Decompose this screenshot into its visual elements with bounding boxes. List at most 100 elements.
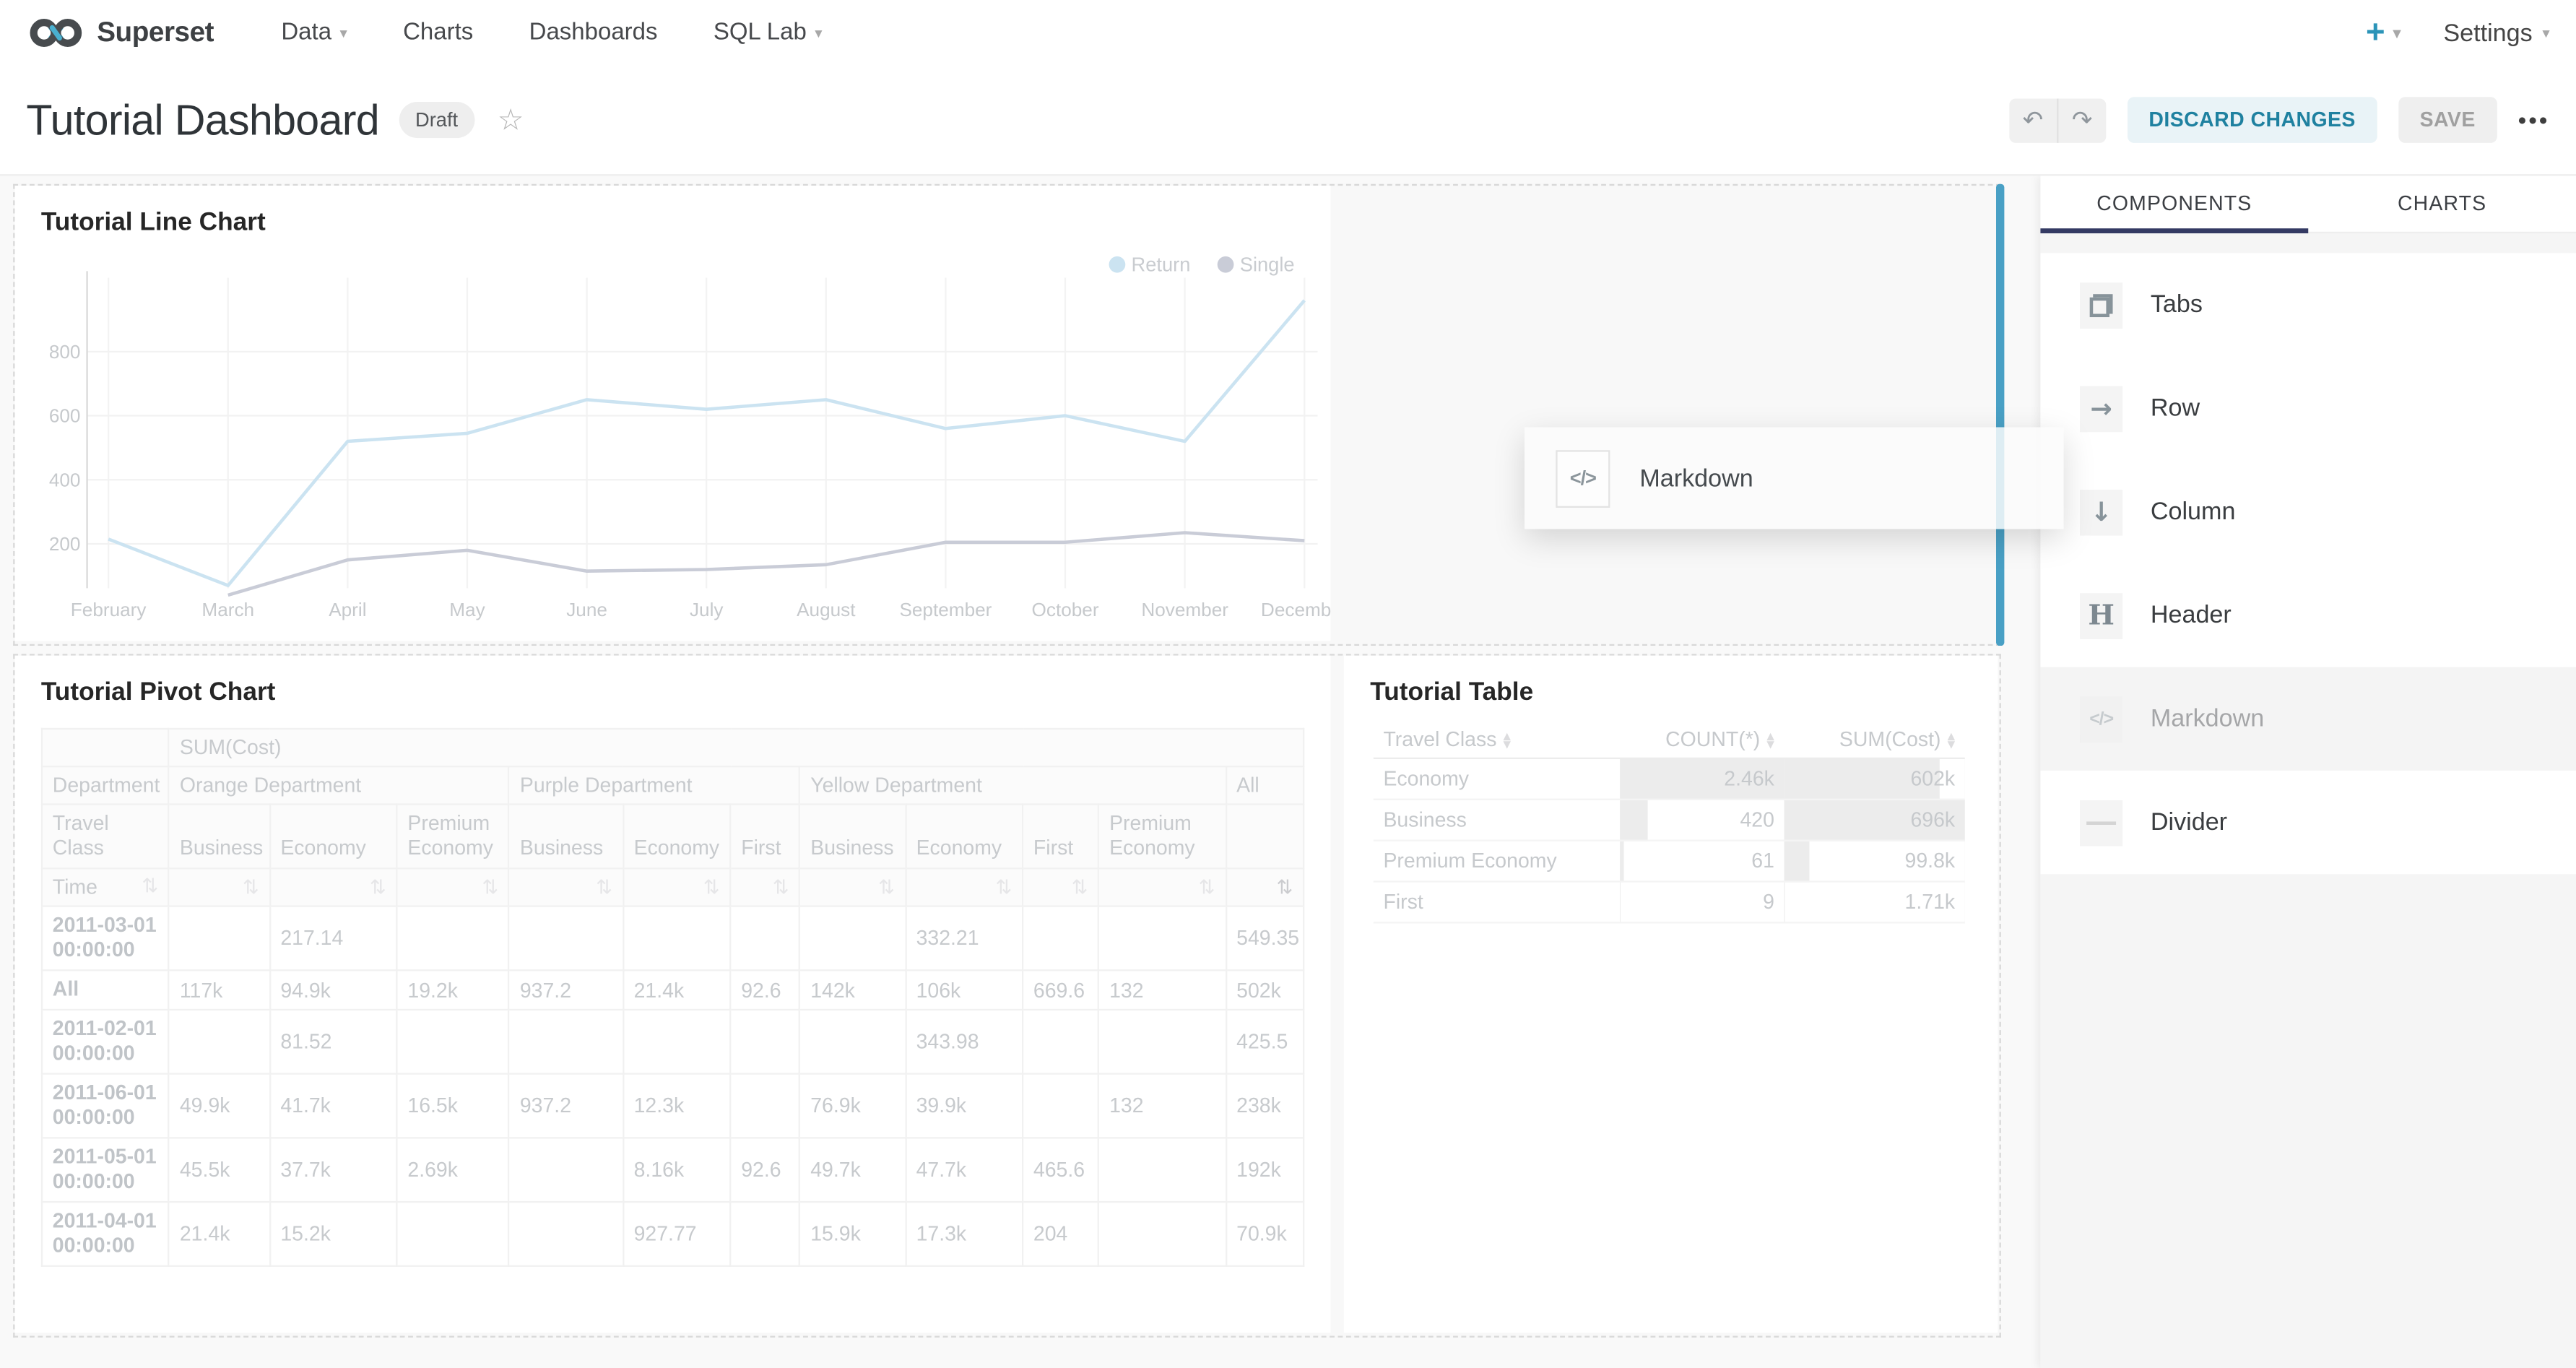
pivot-value-cell: 81.52 bbox=[270, 1010, 397, 1074]
sort-icon[interactable]: ⇅ bbox=[482, 878, 498, 897]
sidebar-item-column[interactable]: ↓Column bbox=[2040, 460, 2576, 563]
sort-caret-icon[interactable]: ▲▼ bbox=[1504, 732, 1512, 749]
pivot-value-cell: 8.16k bbox=[623, 1138, 731, 1202]
settings-menu[interactable]: Settings ▾ bbox=[2443, 19, 2549, 47]
pivot-row-header: 2011-06-01 00:00:00 bbox=[42, 1074, 169, 1138]
pivot-value-cell bbox=[509, 1010, 623, 1074]
favorite-star-icon[interactable]: ☆ bbox=[498, 103, 524, 137]
pivot-chart-card[interactable]: Tutorial Pivot Chart SUM(Cost)Department… bbox=[14, 656, 1330, 1333]
pivot-value-cell: 15.2k bbox=[270, 1202, 397, 1266]
pivot-value-cell: 425.5 bbox=[1226, 1010, 1304, 1074]
sidebar-item-tabs[interactable]: Tabs bbox=[2040, 253, 2576, 356]
pivot-sort-cell[interactable]: ⇅ bbox=[169, 868, 269, 906]
column-header-sum-cost[interactable]: SUM(Cost)▲▼ bbox=[1784, 722, 1965, 758]
class-col-header: Business bbox=[169, 805, 269, 869]
sort-icon[interactable]: ⇅ bbox=[703, 878, 720, 897]
column-header-travel-class[interactable]: Travel Class▲▼ bbox=[1374, 722, 1620, 758]
chart-title: Tutorial Line Chart bbox=[41, 209, 266, 238]
nav-item-sql-lab[interactable]: SQL Lab▾ bbox=[685, 0, 850, 66]
superset-logo[interactable]: Superset bbox=[26, 14, 214, 51]
sort-icon[interactable]: ⇅ bbox=[596, 878, 612, 897]
chart-title: Tutorial Pivot Chart bbox=[41, 679, 276, 709]
pivot-value-cell: 117k bbox=[169, 970, 269, 1010]
sort-icon[interactable]: ⇅ bbox=[370, 878, 386, 897]
sort-icon[interactable]: ⇅ bbox=[142, 876, 158, 896]
pivot-sort-cell[interactable]: ⇅ bbox=[730, 868, 799, 906]
pivot-sort-cell[interactable]: ⇅ bbox=[799, 868, 905, 906]
pivot-sort-cell[interactable]: ⇅ bbox=[623, 868, 731, 906]
tab-components[interactable]: COMPONENTS bbox=[2040, 176, 2308, 231]
sort-icon[interactable]: ⇅ bbox=[1199, 878, 1215, 897]
drag-preview-markdown[interactable]: </> Markdown bbox=[1525, 427, 2063, 529]
sum-cell: 696k bbox=[1784, 800, 1965, 841]
svg-text:June: June bbox=[566, 599, 607, 620]
discard-changes-button[interactable]: DISCARD CHANGES bbox=[2128, 97, 2377, 143]
pivot-row-header: 2011-04-01 00:00:00 bbox=[42, 1202, 169, 1266]
travel-class-cell: Premium Economy bbox=[1374, 841, 1620, 882]
header-actions: ↶ ↷ DISCARD CHANGES SAVE ••• bbox=[2009, 97, 2550, 143]
sidebar-item-label: Row bbox=[2151, 394, 2200, 423]
sidebar-item-label: Divider bbox=[2151, 808, 2227, 836]
sort-caret-icon[interactable]: ▲▼ bbox=[1766, 732, 1774, 749]
tab-charts[interactable]: CHARTS bbox=[2308, 176, 2576, 231]
pivot-sort-cell[interactable]: ⇅ bbox=[1023, 868, 1098, 906]
new-item-button[interactable]: + ▾ bbox=[2366, 14, 2401, 51]
pivot-value-cell: 502k bbox=[1226, 970, 1304, 1010]
svg-text:December: December bbox=[1261, 599, 1331, 620]
overflow-menu-button[interactable]: ••• bbox=[2518, 107, 2550, 133]
redo-button[interactable]: ↷ bbox=[2057, 98, 2106, 142]
time-label[interactable]: Time⇅ bbox=[42, 868, 169, 906]
undo-button[interactable]: ↶ bbox=[2009, 98, 2057, 142]
pivot-value-cell: 39.9k bbox=[906, 1074, 1023, 1138]
pivot-value-cell bbox=[1098, 1202, 1226, 1266]
pivot-value-cell bbox=[1023, 1074, 1098, 1138]
builder-sidebar: COMPONENTSCHARTS Tabs→Row↓ColumnHHeader<… bbox=[2040, 176, 2576, 1368]
svg-text:July: July bbox=[690, 599, 724, 620]
sort-icon[interactable]: ⇅ bbox=[243, 878, 259, 897]
chevron-down-icon: ▾ bbox=[2393, 24, 2401, 42]
pivot-sort-cell[interactable]: ⇅ bbox=[509, 868, 623, 906]
sort-icon[interactable]: ⇅ bbox=[1276, 878, 1293, 897]
pivot-value-cell bbox=[397, 906, 509, 971]
sidebar-item-divider[interactable]: Divider bbox=[2040, 771, 2576, 874]
nav-item-charts[interactable]: Charts bbox=[375, 0, 501, 66]
pivot-sort-cell[interactable]: ⇅ bbox=[1098, 868, 1226, 906]
legend-item-return[interactable]: Return bbox=[1109, 253, 1191, 276]
page-title[interactable]: Tutorial Dashboard bbox=[26, 95, 379, 146]
save-button[interactable]: SAVE bbox=[2398, 97, 2497, 143]
chart-title: Tutorial Table bbox=[1370, 679, 1533, 709]
sidebar-item-markdown[interactable]: </>Markdown bbox=[2040, 667, 2576, 771]
pivot-sort-cell[interactable]: ⇅ bbox=[1226, 868, 1304, 906]
count-cell: 9 bbox=[1620, 881, 1784, 922]
pivot-sort-cell[interactable]: ⇅ bbox=[270, 868, 397, 906]
sidebar-item-row[interactable]: →Row bbox=[2040, 357, 2576, 460]
chevron-down-icon: ▾ bbox=[815, 24, 822, 42]
pivot-sort-cell[interactable]: ⇅ bbox=[906, 868, 1023, 906]
line-chart-card[interactable]: Tutorial Line Chart Return Single Februar… bbox=[14, 186, 1330, 641]
sidebar-item-header[interactable]: HHeader bbox=[2040, 563, 2576, 667]
svg-text:200: 200 bbox=[49, 533, 81, 555]
sidebar-item-label: Column bbox=[2151, 498, 2236, 526]
pivot-value-cell: 332.21 bbox=[906, 906, 1023, 971]
table-chart-card[interactable]: Tutorial Table Travel Class▲▼COUNT(*)▲▼S… bbox=[1344, 656, 1998, 1333]
sort-caret-icon[interactable]: ▲▼ bbox=[1948, 732, 1956, 749]
sort-icon[interactable]: ⇅ bbox=[995, 878, 1012, 897]
superset-dashboard-edit-page: Superset Data▾ChartsDashboardsSQL Lab▾ +… bbox=[0, 0, 2576, 1368]
pivot-sort-cell[interactable]: ⇅ bbox=[397, 868, 509, 906]
legend-item-single[interactable]: Single bbox=[1217, 253, 1295, 276]
divider-icon bbox=[2080, 800, 2122, 846]
pivot-metric-label: SUM(Cost) bbox=[169, 729, 1304, 766]
sort-icon[interactable]: ⇅ bbox=[1072, 878, 1088, 897]
pivot-value-cell: 92.6 bbox=[730, 1138, 799, 1202]
column-header-count[interactable]: COUNT(*)▲▼ bbox=[1620, 722, 1784, 758]
nav-item-dashboards[interactable]: Dashboards bbox=[501, 0, 685, 66]
nav-item-data[interactable]: Data▾ bbox=[253, 0, 376, 66]
sort-icon[interactable]: ⇅ bbox=[773, 878, 789, 897]
sort-icon[interactable]: ⇅ bbox=[878, 878, 895, 897]
dashboard-row-1: Tutorial Line Chart Return Single Februar… bbox=[13, 184, 2001, 646]
svg-text:February: February bbox=[71, 599, 147, 620]
pivot-value-cell bbox=[623, 1010, 731, 1074]
pivot-value-cell: 17.3k bbox=[906, 1202, 1023, 1266]
pivot-body: 2011-03-01 00:00:00217.14332.21549.35All… bbox=[42, 906, 1304, 1266]
pivot-value-cell: 37.7k bbox=[270, 1138, 397, 1202]
